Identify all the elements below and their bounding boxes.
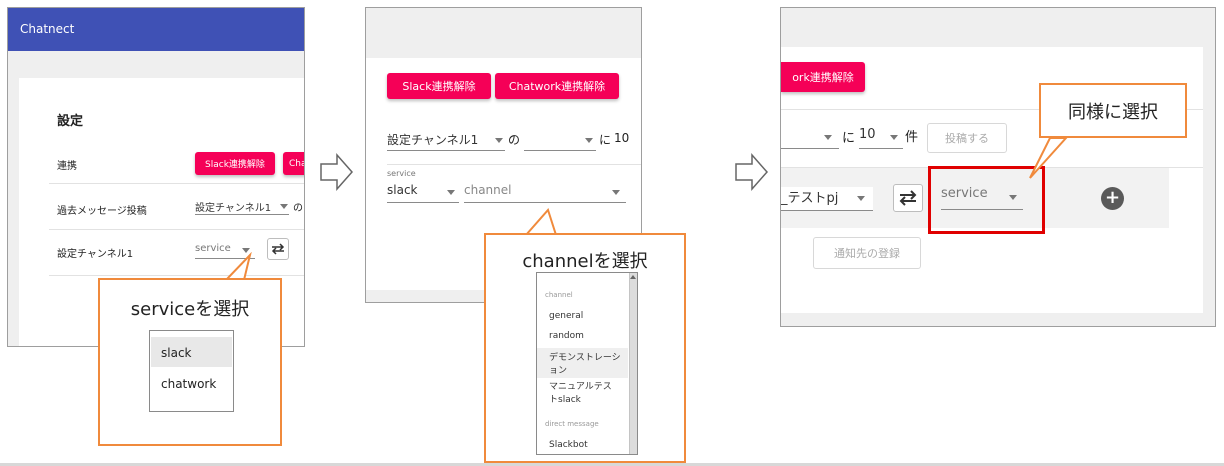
app-bar: Chatnect: [8, 8, 304, 51]
project-select-value: _テストpj: [781, 191, 839, 206]
slack-unlink-button[interactable]: Slack連携解除: [387, 73, 491, 99]
chatwork-unlink-button[interactable]: Chatwork連携解除: [495, 73, 619, 99]
callout-title: channelを選択: [522, 251, 648, 272]
ni-text: に: [842, 131, 856, 146]
ni-text: に: [599, 133, 612, 147]
ken-text: 件: [905, 130, 919, 145]
row-divider: [49, 183, 304, 184]
next-step-arrow-icon: [320, 153, 354, 191]
chatwork-unlink-button[interactable]: Cha: [283, 152, 304, 175]
settings-title: 設定: [57, 114, 84, 129]
service-select-value: slack: [387, 183, 418, 197]
channel-option[interactable]: general: [537, 311, 628, 321]
service-option-slack[interactable]: slack: [151, 337, 232, 367]
callout-select-service: serviceを選択 slack chatwork: [98, 278, 282, 446]
scroll-up-icon[interactable]: [630, 275, 636, 279]
channel-option[interactable]: デモンストレーション: [537, 348, 628, 378]
service-option-label: chatwork: [161, 377, 217, 391]
row-label-channel-1: 設定チャンネル1: [57, 249, 134, 260]
row-label-link: 連携: [57, 161, 77, 172]
row-label-past-messages: 過去メッセージ投稿: [57, 206, 147, 217]
chevron-down-icon: [824, 135, 832, 140]
channel-option[interactable]: random: [537, 331, 628, 341]
channel-select[interactable]: 設定チャンネル1: [195, 199, 289, 215]
service-field-label: service: [387, 169, 416, 178]
channel-option-label: マニュアルテストslack: [549, 382, 612, 405]
channel-option[interactable]: マニュアルテストslack: [537, 381, 628, 407]
channel-target-placeholder: channel: [464, 183, 512, 197]
chevron-down-icon: [447, 190, 455, 195]
channel-group-label: channel: [545, 291, 573, 299]
service-dropdown: slack chatwork: [149, 330, 234, 412]
channel-option-label: デモンストレーション: [549, 353, 621, 376]
no-text: の: [508, 133, 521, 147]
row-divider: [49, 229, 304, 230]
count-value[interactable]: 10: [614, 131, 629, 145]
next-step-arrow-icon: [735, 153, 769, 191]
project-select[interactable]: _テストpj: [781, 187, 873, 211]
post-button[interactable]: 投稿する: [927, 123, 1007, 153]
count-select-value: 10: [859, 127, 876, 142]
chevron-down-icon: [612, 190, 620, 195]
chatwork-unlink-button[interactable]: ork連携解除: [781, 62, 865, 92]
chevron-down-icon: [280, 204, 288, 209]
channel-target-select[interactable]: channel: [464, 183, 626, 203]
callout-select-channel: channelを選択 channel general random デモンストレ…: [484, 233, 686, 463]
service-select[interactable]: slack: [387, 183, 459, 203]
callout-pointer: [1029, 137, 1069, 179]
dm-group-label: direct message: [545, 420, 599, 428]
chevron-down-icon: [495, 138, 503, 143]
app-title: Chatnect: [20, 22, 75, 36]
row-divider: [387, 164, 641, 165]
swap-arrows-icon: [899, 190, 917, 206]
chevron-down-icon: [890, 135, 898, 140]
service-option-label: slack: [161, 346, 192, 360]
register-destination-button[interactable]: 通知先の登録: [813, 237, 921, 269]
dm-option[interactable]: Slackbot: [537, 440, 628, 450]
target-select[interactable]: [781, 127, 839, 149]
slack-unlink-button[interactable]: Slack連携解除: [195, 152, 275, 175]
channel-select-value: 設定チャンネル1: [195, 203, 272, 214]
channel-dropdown: channel general random デモンストレーション マニュアルテ…: [536, 272, 638, 455]
count-select[interactable]: 10: [859, 127, 903, 149]
add-circle-icon[interactable]: +: [1101, 187, 1124, 210]
chevron-down-icon: [585, 138, 593, 143]
no-text: の: [293, 203, 303, 214]
callout-title: serviceを選択: [130, 299, 250, 320]
service-option-chatwork[interactable]: chatwork: [151, 371, 232, 401]
channel-select-value: 設定チャンネル1: [387, 133, 479, 147]
channel-select[interactable]: 設定チャンネル1: [387, 131, 505, 151]
callout-select-same: 同様に選択: [1039, 83, 1187, 138]
swap-button[interactable]: [893, 184, 923, 212]
chevron-down-icon: [857, 196, 865, 201]
callout-title: 同様に選択: [1068, 102, 1158, 123]
target-select[interactable]: [524, 131, 596, 151]
